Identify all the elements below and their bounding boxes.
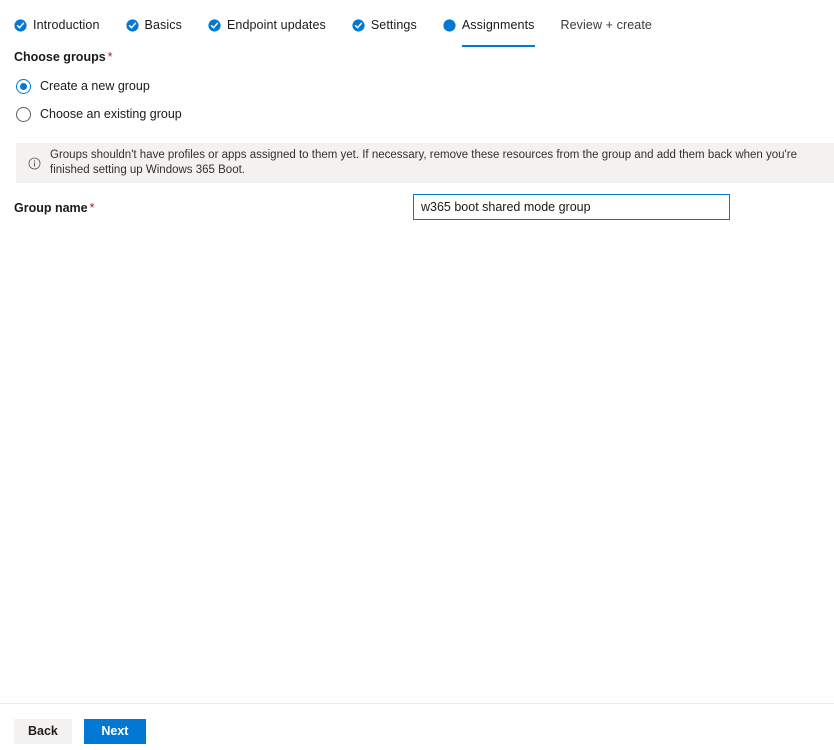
choose-groups-text: Choose groups: [14, 50, 106, 64]
choose-groups-radio-group: Create a new group Choose an existing gr…: [16, 74, 182, 130]
choose-groups-label: Choose groups *: [14, 49, 113, 65]
tab-label: Review + create: [560, 18, 652, 32]
group-name-input[interactable]: [413, 194, 730, 220]
check-circle-icon: [125, 18, 139, 32]
tab-label: Settings: [370, 18, 417, 32]
radio-create-new-group[interactable]: Create a new group: [16, 74, 182, 98]
tab-review-create[interactable]: Review + create: [561, 12, 652, 38]
tab-settings[interactable]: Settings: [352, 12, 417, 38]
tab-label: Basics: [144, 18, 182, 32]
tab-basics[interactable]: Basics: [125, 12, 182, 38]
tab-assignments[interactable]: Assignments: [443, 12, 535, 47]
check-circle-icon: [208, 18, 221, 32]
required-asterisk: *: [107, 50, 113, 64]
tab-label: Introduction: [33, 18, 100, 32]
tab-introduction[interactable]: Introduction: [14, 12, 100, 38]
group-name-input-wrapper: [413, 194, 730, 220]
wizard-page: Introduction Basics Endpoint updates Set…: [0, 0, 834, 750]
check-circle-icon: [352, 18, 365, 32]
radio-label: Choose an existing group: [40, 107, 182, 121]
wizard-tab-strip: Introduction Basics Endpoint updates Set…: [14, 12, 834, 47]
tab-endpoint-updates[interactable]: Endpoint updates: [208, 12, 326, 38]
back-button[interactable]: Back: [14, 719, 72, 744]
info-circle-icon: [28, 157, 41, 170]
info-banner: Groups shouldn't have profiles or apps a…: [16, 143, 834, 183]
radio-label: Create a new group: [40, 79, 150, 93]
tab-label: Endpoint updates: [226, 18, 326, 32]
required-asterisk: *: [89, 201, 95, 215]
radio-mark-icon: [16, 78, 31, 94]
info-banner-text: Groups shouldn't have profiles or apps a…: [50, 149, 797, 176]
group-name-label: Group name *: [14, 200, 95, 216]
footer-divider: [0, 703, 834, 704]
radio-choose-existing-group[interactable]: Choose an existing group: [16, 102, 182, 126]
next-button[interactable]: Next: [83, 719, 146, 744]
filled-circle-icon: [443, 18, 456, 32]
group-name-text: Group name: [14, 201, 88, 215]
tab-label: Assignments: [461, 18, 535, 32]
radio-mark-icon: [16, 106, 31, 122]
check-circle-icon: [14, 18, 27, 32]
active-tab-underline: [461, 45, 535, 47]
footer-actions: Back Next: [14, 719, 146, 744]
